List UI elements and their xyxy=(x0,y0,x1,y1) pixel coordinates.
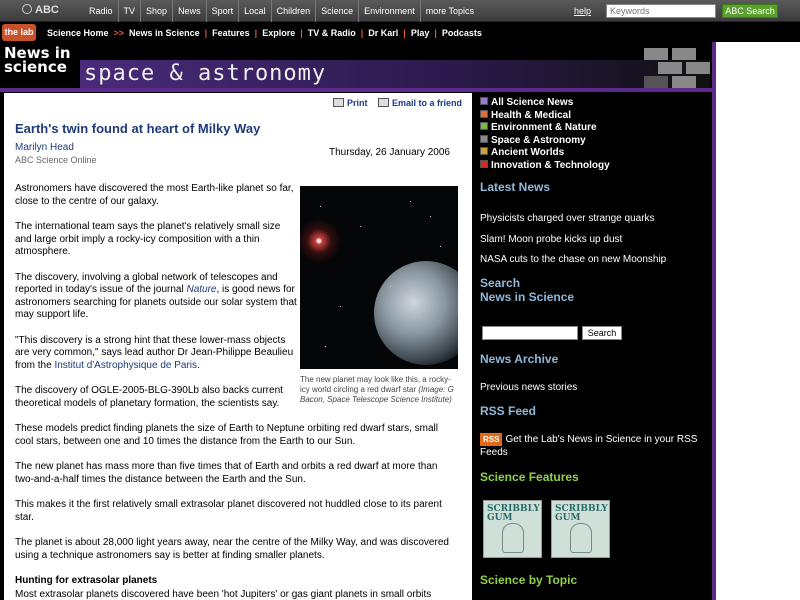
lab-nav-tv-radio[interactable]: TV & Radio xyxy=(303,28,361,38)
paragraph: The discovery, involving a global networ… xyxy=(15,271,297,321)
category-space-astronomy[interactable]: Space & Astronomy xyxy=(480,134,714,148)
bullet-icon xyxy=(480,147,488,155)
category-environment-nature[interactable]: Environment & Nature xyxy=(480,122,714,135)
envelope-icon xyxy=(377,98,389,107)
abc-search-button[interactable]: ABC Search xyxy=(722,4,778,18)
lab-nav-items: Science Home >> News in Science | Features… xyxy=(42,23,487,42)
article-body: Astronomers have discovered the most Ear… xyxy=(15,183,453,600)
bullet-icon xyxy=(480,122,488,130)
paragraph: This makes it the first relatively small… xyxy=(15,499,442,523)
news-in-science-logo[interactable]: News in science xyxy=(4,46,78,75)
latest-news-item[interactable]: NASA cuts to the chase on new Moonship xyxy=(480,253,712,266)
abc-nav-local[interactable]: Local xyxy=(238,0,271,22)
section-title: space & astronomy xyxy=(80,60,710,88)
science-features-heading: Science Features xyxy=(480,470,579,484)
category-health-medical[interactable]: Health & Medical xyxy=(480,109,714,123)
news-search-button[interactable]: Search xyxy=(582,326,622,340)
institute-link[interactable]: Institut d'Astrophysique de Paris xyxy=(54,360,197,371)
search-heading-sub: News in Science xyxy=(480,290,575,304)
bullet-icon xyxy=(480,109,488,118)
abc-logo-icon xyxy=(22,4,32,14)
lab-nav-dr-karl[interactable]: Dr Karl xyxy=(363,28,403,38)
feature-thumbnail[interactable]: SCRIBBLY GUM xyxy=(551,500,610,558)
abc-nav-science[interactable]: Science xyxy=(315,0,358,22)
banner-divider xyxy=(0,88,720,92)
article-panel: Print Email to a friend Earth's twin fou… xyxy=(4,93,472,600)
paragraph: Astronomers have discovered the most Ear… xyxy=(15,183,294,207)
article-title: Earth's twin found at heart of Milky Way xyxy=(15,121,261,136)
lab-nav-podcasts[interactable]: Podcasts xyxy=(437,28,487,38)
news-search-input[interactable] xyxy=(482,326,578,340)
help-link[interactable]: help xyxy=(574,6,591,16)
paragraph: The international team says the planet's… xyxy=(15,221,281,257)
previous-news-link[interactable]: Previous news stories xyxy=(480,381,712,394)
abc-nav-children[interactable]: Children xyxy=(270,0,316,22)
printer-icon xyxy=(332,98,344,107)
email-link[interactable]: Email to a friend xyxy=(377,98,462,108)
section-banner: News in science space & astronomy xyxy=(0,42,800,92)
article-author: Marilyn Head xyxy=(15,142,74,153)
latest-news-heading: Latest News xyxy=(480,180,551,194)
paragraph: "This discovery is a strong hint that th… xyxy=(15,334,294,371)
rss-icon: RSS xyxy=(480,433,503,446)
article-date: Thursday, 26 January 2006 xyxy=(328,147,450,158)
feature-thumbnail[interactable]: SCRIBBLY GUM xyxy=(483,500,542,558)
abc-logo[interactable]: ABC xyxy=(22,4,59,16)
rss-feed-heading: RSS Feed xyxy=(480,404,537,418)
paragraph: The planet is about 28,000 light years a… xyxy=(15,537,449,561)
abc-nav-radio[interactable]: Radio xyxy=(84,0,118,22)
article-tools: Print Email to a friend xyxy=(325,98,462,108)
paragraph: The discovery of OGLE-2005-BLG-390Lb als… xyxy=(15,385,283,409)
lab-nav-news-in-science[interactable]: News in Science xyxy=(124,28,205,38)
bullet-icon xyxy=(480,134,488,143)
abc-search-input[interactable] xyxy=(606,4,716,18)
abc-nav-environment[interactable]: Environment xyxy=(358,0,420,22)
abc-logo-text: ABC xyxy=(35,4,59,16)
sidebar: All Science News Health & Medical Enviro… xyxy=(476,93,714,600)
category-innovation-technology[interactable]: Innovation & Technology xyxy=(480,159,714,173)
category-list: All Science News Health & Medical Enviro… xyxy=(480,97,714,172)
page-background xyxy=(716,42,800,600)
abc-nav-more-topics[interactable]: more Topics xyxy=(419,0,479,22)
lab-nav-explore[interactable]: Explore xyxy=(257,28,300,38)
lab-nav-bar: the lab Science Home >> News in Science | … xyxy=(0,23,800,42)
lab-nav-play[interactable]: Play xyxy=(406,28,435,38)
category-ancient-worlds[interactable]: Ancient Worlds xyxy=(480,147,714,160)
bullet-icon xyxy=(480,97,488,105)
figure-icon xyxy=(570,523,592,553)
category-all-science-news[interactable]: All Science News xyxy=(480,97,714,110)
abc-nav-shop[interactable]: Shop xyxy=(140,0,172,22)
lab-logo[interactable]: the lab xyxy=(2,24,36,41)
print-link[interactable]: Print xyxy=(332,98,367,108)
journal-link[interactable]: Nature xyxy=(186,284,216,295)
lab-nav-features[interactable]: Features xyxy=(207,28,255,38)
paragraph: Most extrasolar planets discovered have … xyxy=(15,588,432,600)
search-heading: Search xyxy=(480,276,521,290)
science-by-topic-heading: Science by Topic xyxy=(480,573,578,587)
paragraph: These models predict finding planets the… xyxy=(15,423,438,447)
lab-nav-science-home[interactable]: Science Home xyxy=(42,28,114,38)
abc-nav-sport[interactable]: Sport xyxy=(205,0,239,22)
news-archive-heading: News Archive xyxy=(480,352,559,366)
arrow-icon: >> xyxy=(113,27,125,38)
latest-news-item[interactable]: Physicists charged over strange quarks xyxy=(480,212,712,225)
abc-nav-news[interactable]: News xyxy=(172,0,206,22)
article-subheading: Hunting for extrasolar planets xyxy=(15,575,158,586)
rss-feed-link[interactable]: RSS Get the Lab's News in Science in your… xyxy=(480,433,712,459)
bullet-icon xyxy=(480,159,488,168)
paragraph: The new planet has mass more than five t… xyxy=(15,461,438,485)
abc-nav: Radio TV Shop News Sport Local Children … xyxy=(84,0,479,22)
latest-news-item[interactable]: Slam! Moon probe kicks up dust xyxy=(480,233,712,246)
abc-nav-tv[interactable]: TV xyxy=(117,0,141,22)
abc-top-bar: ABC Radio TV Shop News Sport Local Child… xyxy=(0,0,800,22)
figure-icon xyxy=(502,523,524,553)
article-source: ABC Science Online xyxy=(15,155,97,165)
